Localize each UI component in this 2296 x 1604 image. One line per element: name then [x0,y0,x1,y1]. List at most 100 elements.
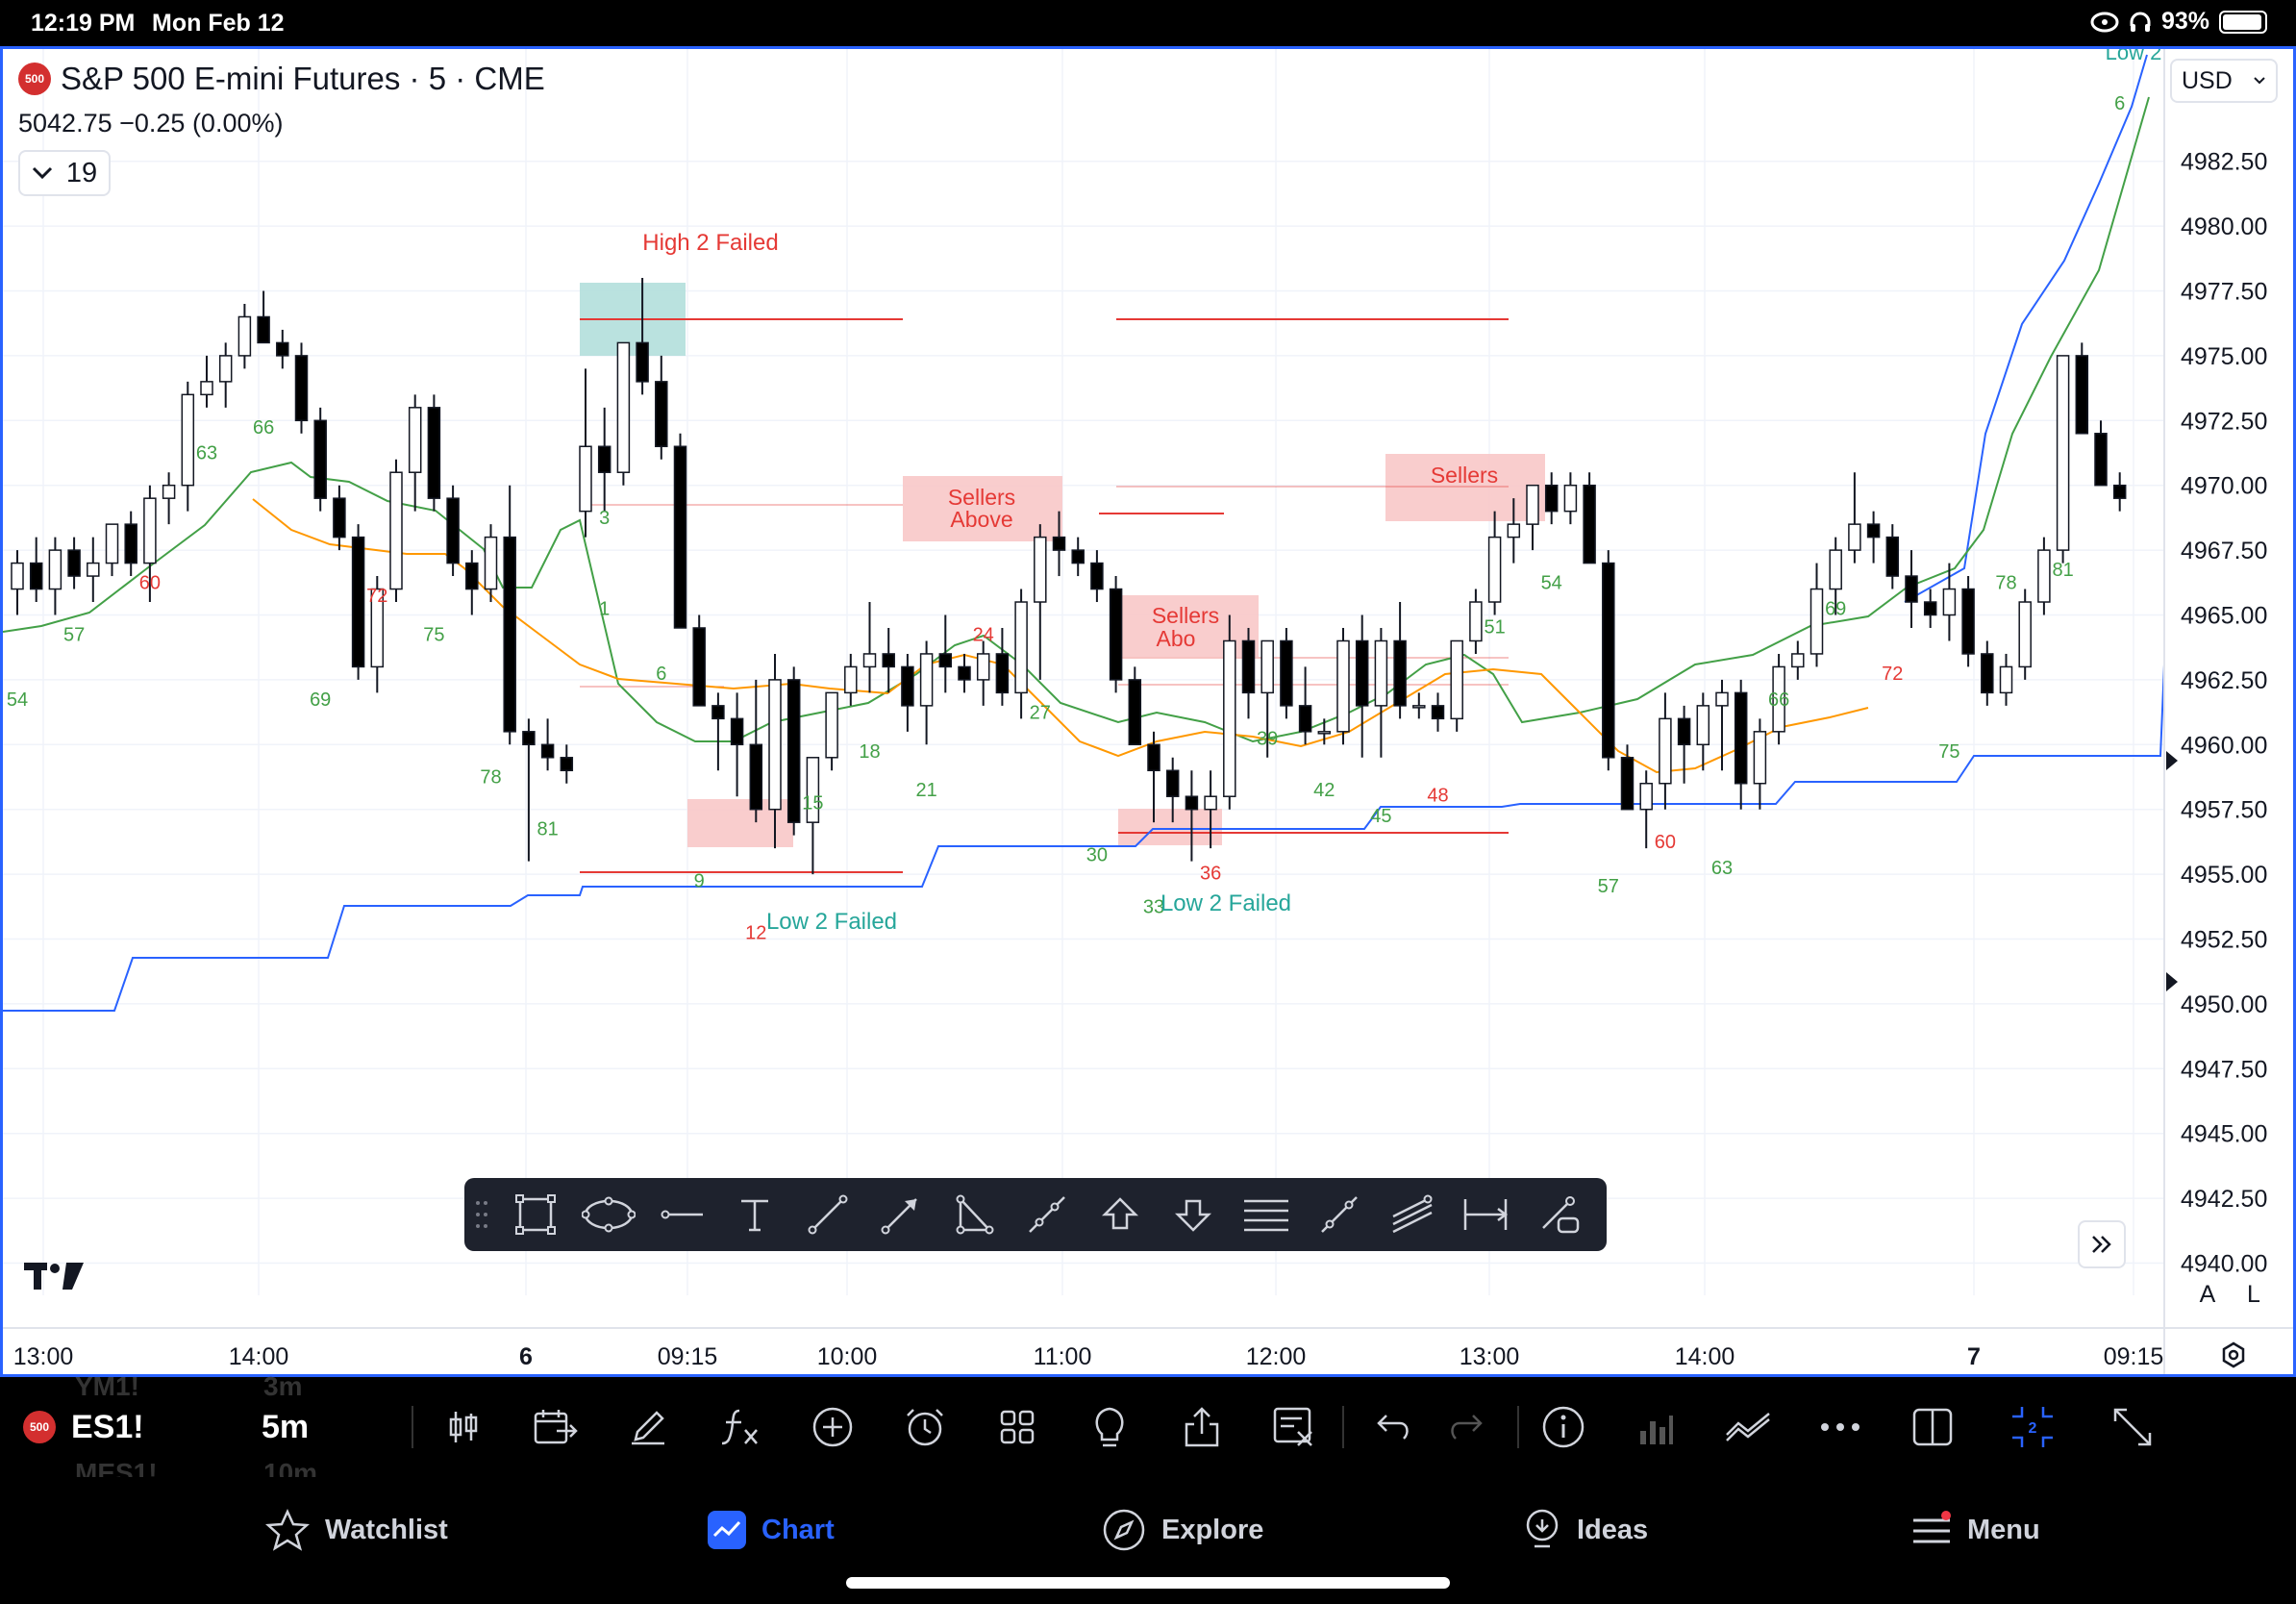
chart-container[interactable]: 54 57 60 63 66 69 72 75 78 81 1 3 6 9 12 15 18 21 24 27 30 33… [0,46,2296,1377]
log-scale-button[interactable]: L [2235,1276,2272,1313]
compare-symbol-button[interactable] [1719,1377,1777,1477]
nav-ideas[interactable]: Ideas [1523,1506,1648,1554]
redo-button[interactable] [1436,1377,1494,1477]
split-layout-button[interactable] [1904,1377,1961,1477]
candle-body [1961,588,1975,655]
share-button[interactable] [1173,1377,1231,1477]
arrow-up-tool[interactable] [1084,1178,1157,1251]
bar-count-label: 51 [1484,616,1505,638]
bar-count-label: 69 [1825,599,1846,620]
auto-scale-button[interactable]: A [2189,1276,2226,1313]
sellers-label: Sellers [1152,603,1219,628]
chart-title[interactable]: S&P 500 E-mini Futures · 5 · CME [61,61,545,97]
drawing-button[interactable] [619,1377,677,1477]
candle-body [1526,484,1539,525]
time-tick-label: 09:15 [2104,1343,2164,1370]
candle-body [1923,601,1937,616]
candle-body [1734,691,1748,785]
compare-button[interactable] [527,1377,585,1477]
candle-body [1393,639,1407,707]
text-icon [741,1199,768,1232]
scroll-to-latest-button[interactable] [2078,1220,2126,1268]
gear-icon [2222,1341,2245,1368]
candle-body [786,679,801,823]
currency-select[interactable]: USD [2170,59,2278,103]
candle-body [143,497,157,564]
indicators-button[interactable] [711,1377,769,1477]
tradingview-logo [24,1263,84,1290]
candle-body [1999,665,2013,694]
candle-body [692,627,706,707]
text-tool[interactable] [718,1178,791,1251]
price-marker-arrow [2166,751,2178,770]
bar-count-label: 9 [694,871,705,892]
price-tick-label: 4960.00 [2181,732,2267,759]
layout-button[interactable] [988,1377,1046,1477]
ray-tool[interactable] [1011,1178,1084,1251]
candle-body [1602,562,1615,759]
sync-button[interactable]: 2 [2004,1377,2061,1477]
alert-button[interactable] [896,1377,954,1477]
nav-watchlist[interactable]: Watchlist [265,1506,448,1554]
bar-count-label: 75 [423,624,444,645]
horizontal-line-tool[interactable] [645,1178,718,1251]
candle-body [1355,639,1369,707]
rectangle-tool[interactable] [499,1178,572,1251]
price-change: −0.25 (0.00%) [119,109,284,138]
arrow-tool[interactable] [864,1178,937,1251]
info-button[interactable] [1535,1377,1592,1477]
chart-settings-button[interactable] [2214,1336,2253,1374]
indicator-lines [3,54,2165,1012]
candle-body [181,393,195,487]
candle-body [1791,653,1805,668]
pitchfork-tool[interactable] [1376,1178,1449,1251]
triangle-icon [956,1194,994,1235]
interval-picker[interactable]: 5m [262,1377,358,1477]
measure-tool[interactable] [1522,1178,1595,1251]
candle-body [1336,639,1350,733]
legend-collapse-button[interactable]: 19 [18,150,111,196]
chart-canvas[interactable]: 5457606366697275788113691215182124273033… [3,49,2293,1374]
nav-menu[interactable]: Menu [1911,1506,2040,1554]
status-time: 12:19 PM [31,10,136,37]
ellipse-tool[interactable] [572,1178,645,1251]
nav-chart[interactable]: Chart [708,1506,835,1554]
arrow-line-icon [881,1198,917,1235]
drawing-toolbar[interactable] [464,1178,1607,1251]
more-button[interactable] [1811,1377,1869,1477]
ideas-button[interactable] [1081,1377,1138,1477]
star-icon [265,1509,310,1551]
trend-line-tool[interactable] [791,1178,864,1251]
price-tick-label: 4957.50 [2181,797,2267,824]
nav-explore[interactable]: Explore [1102,1506,1263,1554]
parallel-channel-tool[interactable] [1303,1178,1376,1251]
price-tick-label: 4952.50 [2181,927,2267,954]
fullscreen-button[interactable] [2104,1377,2161,1477]
candle-body [1185,795,1199,811]
date-range-tool[interactable] [1449,1178,1522,1251]
drag-handle-icon[interactable] [472,1195,491,1234]
add-button[interactable] [804,1377,861,1477]
price-tick-label: 4977.50 [2181,279,2267,306]
fib-retracement-tool[interactable] [1230,1178,1303,1251]
lightbulb-icon [1095,1407,1124,1447]
triangle-tool[interactable] [937,1178,1011,1251]
clear-drawings-button[interactable] [1265,1377,1323,1477]
bar-chart-icon [1640,1416,1673,1444]
candle-body [1563,484,1578,513]
candle-body [673,445,687,629]
bar-count-label: 54 [1541,573,1562,594]
symbol-badge: 500 [18,63,51,95]
info-icon [1542,1406,1585,1448]
candle-body [730,717,744,746]
candle-body [1639,782,1653,811]
volume-button[interactable] [1627,1377,1685,1477]
candle-body [427,407,441,499]
arrow-down-tool[interactable] [1157,1178,1230,1251]
battery-percent: 93% [2160,8,2209,35]
chart-type-button[interactable] [435,1377,492,1477]
undo-button[interactable] [1365,1377,1423,1477]
symbol-picker[interactable]: 500 ES1! [23,1377,235,1477]
bar-count-label: 69 [310,689,331,711]
candle-body [768,679,782,811]
